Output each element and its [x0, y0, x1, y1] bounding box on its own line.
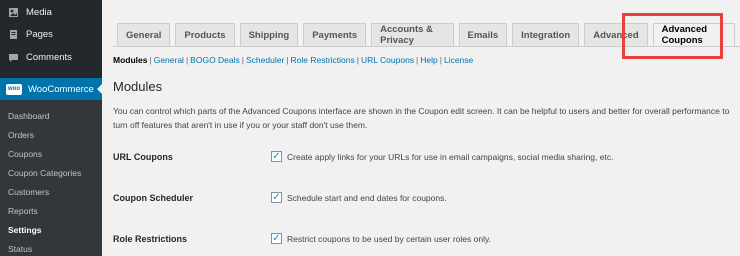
submenu-item-coupons[interactable]: Coupons: [0, 144, 102, 163]
subnav-separator: |: [185, 55, 189, 65]
submenu-item-customers[interactable]: Customers: [0, 182, 102, 201]
setting-description: Create apply links for your URLs for use…: [287, 151, 614, 162]
tab-shipping[interactable]: Shipping: [239, 23, 299, 46]
tab-emails[interactable]: Emails: [458, 23, 508, 46]
submenu-item-orders[interactable]: Orders: [0, 125, 102, 144]
tab-payments[interactable]: Payments: [303, 23, 367, 46]
setting-row-role-restrictions: Role Restrictions ✓ Restrict coupons to …: [113, 233, 491, 244]
subnav-modules[interactable]: Modules: [113, 55, 147, 65]
setting-row-coupon-scheduler: Coupon Scheduler ✓ Schedule start and en…: [113, 192, 447, 203]
menu-item-comments[interactable]: Comments: [0, 46, 102, 68]
tab-integration[interactable]: Integration: [512, 23, 580, 46]
subnav-help[interactable]: Help: [420, 55, 437, 65]
subnav-separator: |: [149, 55, 152, 65]
setting-description: Schedule start and end dates for coupons…: [287, 192, 447, 203]
subnav-separator: |: [416, 55, 419, 65]
coupon-scheduler-checkbox[interactable]: ✓: [271, 192, 282, 203]
highlight-annotation-box: [622, 13, 723, 59]
woocommerce-submenu: Dashboard Orders Coupons Coupon Categori…: [0, 100, 102, 256]
tab-accounts-privacy[interactable]: Accounts & Privacy: [371, 23, 454, 46]
menu-item-label: Media: [26, 6, 52, 18]
subnav-separator: |: [356, 55, 359, 65]
woocommerce-logo-icon: woo: [6, 83, 22, 95]
submenu-item-dashboard[interactable]: Dashboard: [0, 106, 102, 125]
menu-item-pages[interactable]: Pages: [0, 23, 102, 45]
subnav-role-restrictions[interactable]: Role Restrictions: [291, 55, 355, 65]
setting-description: Restrict coupons to be used by certain u…: [287, 233, 491, 244]
subnav-license[interactable]: License: [444, 55, 473, 65]
setting-label: Role Restrictions: [113, 233, 188, 244]
setting-label: Coupon Scheduler: [113, 192, 194, 203]
subnav-url-coupons[interactable]: URL Coupons: [361, 55, 414, 65]
submenu-item-reports[interactable]: Reports: [0, 201, 102, 220]
submenu-item-settings[interactable]: Settings: [0, 220, 102, 239]
subnav-scheduler[interactable]: Scheduler: [246, 55, 284, 65]
menu-item-media[interactable]: Media: [0, 1, 102, 23]
url-coupons-checkbox[interactable]: ✓: [271, 151, 282, 162]
section-description: You can control which parts of the Advan…: [113, 106, 730, 130]
checkmark-icon: ✓: [272, 191, 281, 203]
menu-item-label: WooCommerce: [28, 83, 94, 95]
subnav-separator: |: [439, 55, 442, 65]
tab-general[interactable]: General: [117, 23, 171, 46]
subnav-bogo-deals[interactable]: BOGO Deals: [190, 55, 240, 65]
subsection-nav: Modules | General | BOGO Deals | Schedul…: [113, 55, 473, 65]
setting-label: URL Coupons: [113, 151, 173, 162]
subnav-general[interactable]: General: [154, 55, 184, 65]
menu-item-woocommerce[interactable]: woo WooCommerce: [0, 78, 102, 100]
menu-item-label: Pages: [26, 28, 53, 40]
checkmark-icon: ✓: [272, 150, 281, 162]
role-restrictions-checkbox[interactable]: ✓: [271, 233, 282, 244]
setting-row-url-coupons: URL Coupons ✓ Create apply links for you…: [113, 151, 613, 162]
admin-sidebar: Media Pages Comments woo WooCommerce Das…: [0, 0, 102, 256]
pages-icon: [7, 28, 19, 40]
subnav-separator: |: [241, 55, 244, 65]
checkmark-icon: ✓: [272, 232, 281, 244]
section-title: Modules: [113, 79, 163, 94]
submenu-item-status[interactable]: Status: [0, 239, 102, 256]
comments-icon: [7, 51, 19, 63]
submenu-item-coupon-categories[interactable]: Coupon Categories: [0, 163, 102, 182]
menu-item-label: Comments: [26, 51, 72, 63]
media-icon: [7, 6, 19, 18]
tab-products[interactable]: Products: [175, 23, 235, 46]
subnav-separator: |: [286, 55, 289, 65]
